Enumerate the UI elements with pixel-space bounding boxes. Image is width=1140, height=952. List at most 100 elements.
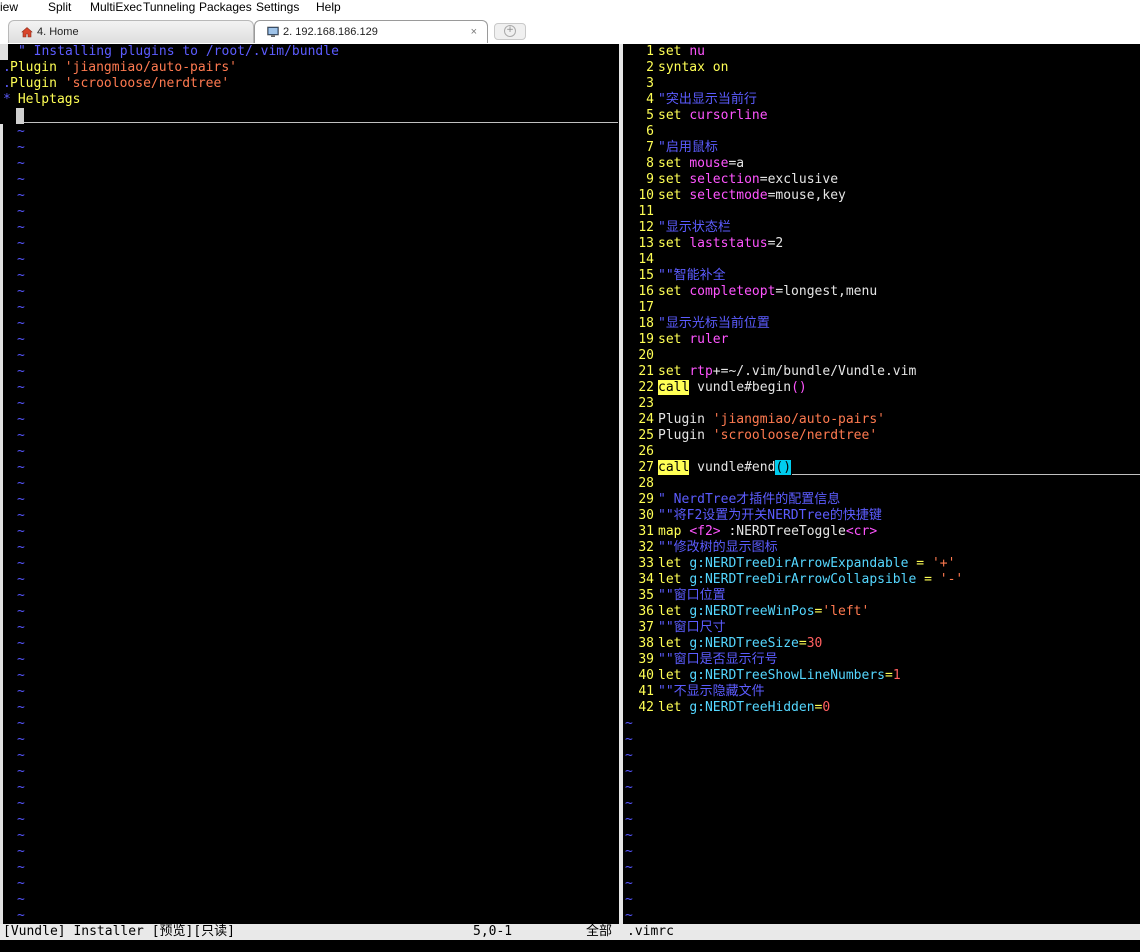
empty-line-tilde: ~ xyxy=(17,252,25,267)
code-text: set ruler xyxy=(658,332,729,347)
empty-line-tilde: ~ xyxy=(625,860,633,875)
menu-split[interactable]: Split xyxy=(48,0,71,14)
code-text: ""窗口尺寸 xyxy=(658,620,726,635)
menu-multiexec[interactable]: MultiExec xyxy=(90,0,142,14)
empty-line-tilde: ~ xyxy=(17,700,25,715)
empty-line-tilde: ~ xyxy=(17,380,25,395)
empty-line-tilde: ~ xyxy=(17,332,25,347)
empty-line-tilde: ~ xyxy=(17,604,25,619)
menu-packages[interactable]: Packages xyxy=(199,0,252,14)
menu-tunneling[interactable]: Tunneling xyxy=(143,0,195,14)
empty-line-tilde: ~ xyxy=(17,892,25,907)
home-icon xyxy=(21,27,33,38)
empty-line-tilde: ~ xyxy=(17,172,25,187)
code-text: call vundle#end() xyxy=(658,460,792,475)
code-text: let g:NERDTreeDirArrowCollapsible = '-' xyxy=(658,572,964,587)
code-text: ""窗口是否显示行号 xyxy=(658,652,778,667)
gutter-marker xyxy=(0,220,3,236)
close-icon[interactable]: × xyxy=(471,21,477,43)
empty-line-tilde: ~ xyxy=(17,412,25,427)
line-number: 15 xyxy=(638,268,654,283)
line-number: 13 xyxy=(638,236,654,251)
line-number: 17 xyxy=(638,300,654,315)
menu-view[interactable]: iew xyxy=(0,0,18,14)
plugin-line: Plugin 'scrooloose/nerdtree' xyxy=(10,76,230,91)
line-number: 42 xyxy=(638,700,654,715)
menu-help[interactable]: Help xyxy=(316,0,341,14)
empty-line-tilde: ~ xyxy=(17,876,25,891)
gutter-marker xyxy=(0,332,3,348)
line-number: 39 xyxy=(638,652,654,667)
line-number: 4 xyxy=(646,92,654,107)
empty-line-tilde: ~ xyxy=(17,124,25,139)
empty-line-tilde: ~ xyxy=(17,204,25,219)
gutter-marker xyxy=(0,444,3,460)
empty-line-tilde: ~ xyxy=(625,908,633,923)
code-text: syntax on xyxy=(658,60,729,75)
new-tab-button[interactable]: + xyxy=(494,23,526,40)
gutter-marker xyxy=(0,668,3,684)
line-number: 31 xyxy=(638,524,654,539)
tab-ssh-session[interactable]: 2. 192.168.186.129 × xyxy=(254,20,488,43)
line-number: 30 xyxy=(638,508,654,523)
tab-bar: 4. Home 2. 192.168.186.129 × + xyxy=(0,16,1140,43)
tab-home[interactable]: 4. Home xyxy=(8,20,254,43)
terminal-icon xyxy=(267,26,279,37)
gutter-marker xyxy=(0,700,3,716)
empty-line-tilde: ~ xyxy=(625,796,633,811)
empty-line-tilde: ~ xyxy=(17,652,25,667)
empty-line-tilde: ~ xyxy=(625,892,633,907)
helptags-line: Helptags xyxy=(10,92,81,107)
empty-line-tilde: ~ xyxy=(625,812,633,827)
empty-line-tilde: ~ xyxy=(17,796,25,811)
code-text: map <f2> :NERDTreeToggle<cr> xyxy=(658,524,878,539)
line-number: 10 xyxy=(638,188,654,203)
cursor-line xyxy=(24,122,618,123)
empty-line-tilde: ~ xyxy=(17,844,25,859)
code-text: let g:NERDTreeSize=30 xyxy=(658,636,823,651)
line-number: 25 xyxy=(638,428,654,443)
status-left: [Vundle] Installer [预览][只读] xyxy=(3,924,236,939)
gutter-marker xyxy=(0,620,3,636)
gutter-marker xyxy=(0,908,3,924)
gutter-marker xyxy=(0,540,3,556)
empty-line-tilde: ~ xyxy=(17,588,25,603)
line-number: 1 xyxy=(646,44,654,59)
gutter-marker xyxy=(0,556,3,572)
empty-line-tilde: ~ xyxy=(17,636,25,651)
line-number: 32 xyxy=(638,540,654,555)
code-text: "突出显示当前行 xyxy=(658,92,757,107)
gutter-marker xyxy=(0,236,3,252)
empty-line-tilde: ~ xyxy=(17,364,25,379)
line-number: 33 xyxy=(638,556,654,571)
code-text: Plugin 'scrooloose/nerdtree' xyxy=(658,428,878,443)
line-number: 2 xyxy=(646,60,654,75)
line-number: 27 xyxy=(638,460,654,475)
gutter-marker xyxy=(0,348,3,364)
gutter-marker xyxy=(0,268,3,284)
empty-line-tilde: ~ xyxy=(17,316,25,331)
plus-icon: + xyxy=(504,25,516,37)
vertical-split-divider[interactable] xyxy=(619,44,623,924)
line-number: 20 xyxy=(638,348,654,363)
gutter-marker xyxy=(0,44,8,60)
empty-line-tilde: ~ xyxy=(17,764,25,779)
terminal-area[interactable]: " Installing plugins to /root/.vim/bundl… xyxy=(0,44,1140,952)
gutter-marker xyxy=(0,188,3,204)
code-text: ""修改树的显示图标 xyxy=(658,540,778,555)
gutter-marker xyxy=(0,748,3,764)
code-text: ""将F2设置为开关NERDTree的快捷键 xyxy=(658,508,882,523)
empty-line-tilde: ~ xyxy=(17,732,25,747)
gutter-marker xyxy=(0,284,3,300)
empty-line-tilde: ~ xyxy=(17,812,25,827)
gutter-marker xyxy=(0,412,3,428)
empty-line-tilde: ~ xyxy=(17,428,25,443)
menu-settings[interactable]: Settings xyxy=(256,0,299,14)
line-number: 35 xyxy=(638,588,654,603)
gutter-marker xyxy=(0,508,3,524)
gutter-marker xyxy=(0,492,3,508)
empty-line-tilde: ~ xyxy=(17,444,25,459)
empty-line-tilde: ~ xyxy=(17,156,25,171)
gutter-marker xyxy=(0,828,3,844)
line-number: 11 xyxy=(638,204,654,219)
